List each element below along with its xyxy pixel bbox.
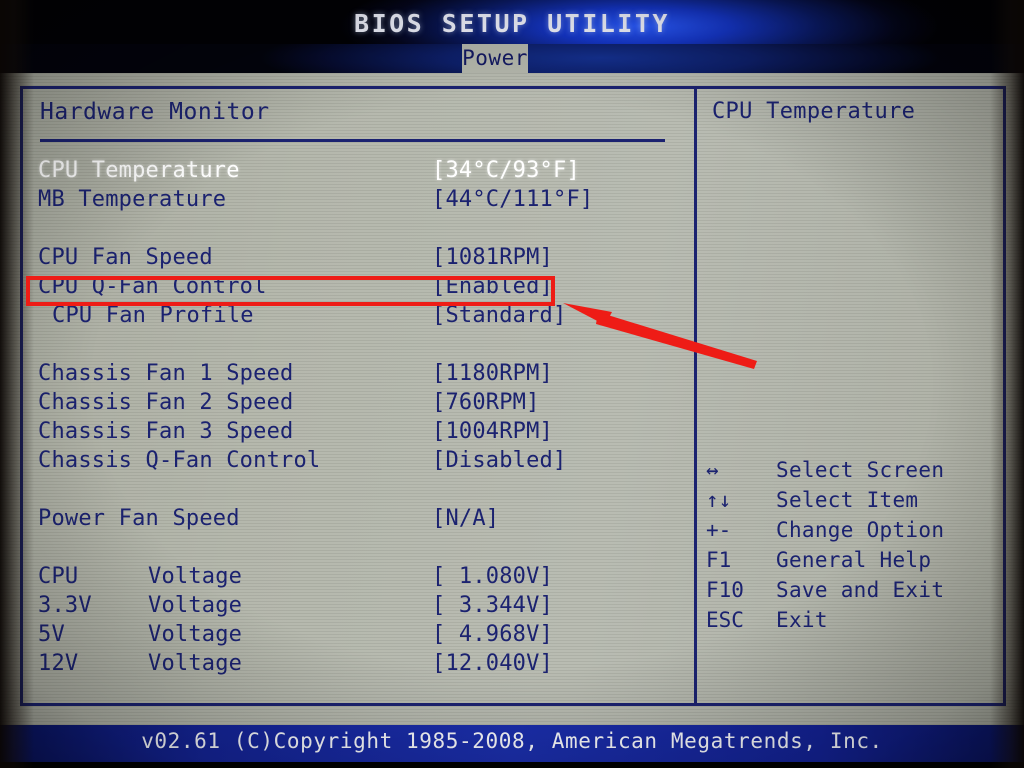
settings-row-value[interactable]: [Enabled] (432, 274, 553, 299)
bios-setup-screen: BIOS SETUP UTILITY Power Hardware Monito… (0, 0, 1024, 768)
section-title: Hardware Monitor (40, 99, 270, 125)
legend-entry: F1 General Help (0, 548, 1024, 578)
legend-key-icon: ↔ (706, 458, 719, 482)
settings-spacer (0, 332, 694, 361)
legend-key-icon: F10 (706, 578, 744, 602)
settings-row-label-secondary: Voltage (148, 651, 243, 676)
settings-row-value[interactable]: [Standard] (432, 303, 566, 328)
footer-copyright: v02.61 (C)Copyright 1985-2008, American … (141, 729, 883, 753)
settings-spacer (0, 216, 694, 245)
settings-row-value[interactable]: [34°C/93°F] (432, 158, 580, 183)
settings-row[interactable]: MB Temperature [44°C/111°F] (0, 187, 694, 216)
settings-row-value[interactable]: [1180RPM] (432, 361, 553, 386)
settings-row[interactable]: CPU Fan Profile [Standard] (0, 303, 694, 332)
settings-row-label: Chassis Fan 1 Speed (38, 361, 294, 386)
settings-row-label: CPU Fan Speed (38, 245, 213, 270)
settings-row-value[interactable]: [44°C/111°F] (432, 187, 593, 212)
legend-entry: F10 Save and Exit (0, 578, 1024, 608)
legend-entry: +- Change Option (0, 518, 1024, 548)
settings-row-value[interactable]: [1081RPM] (432, 245, 553, 270)
footer-shadow (0, 762, 1024, 768)
settings-row-label: Chassis Fan 2 Speed (38, 390, 294, 415)
footer-bar: v02.61 (C)Copyright 1985-2008, American … (0, 725, 1024, 762)
legend-entry: ↑↓ Select Item (0, 488, 1024, 518)
key-legend: ↔ Select Screen ↑↓ Select Item +- Change Opti… (0, 458, 1024, 638)
page-title: BIOS SETUP UTILITY (354, 9, 670, 38)
settings-row[interactable]: CPU Q-Fan Control [Enabled] (0, 274, 694, 303)
legend-description: General Help (776, 548, 932, 572)
legend-entry: ↔ Select Screen (0, 458, 1024, 488)
tab-power[interactable]: Power (462, 44, 528, 73)
settings-row[interactable]: CPU Fan Speed [1081RPM] (0, 245, 694, 274)
settings-row-label: CPU Temperature (38, 158, 240, 183)
legend-key-icon: ESC (706, 608, 744, 632)
settings-row-value[interactable]: [12.040V] (432, 651, 553, 676)
legend-description: Save and Exit (776, 578, 945, 602)
settings-row-label: MB Temperature (38, 187, 227, 212)
settings-row-value[interactable]: [760RPM] (432, 390, 540, 415)
legend-description: Exit (776, 608, 828, 632)
settings-row-value[interactable]: [1004RPM] (432, 419, 553, 444)
settings-row[interactable]: Chassis Fan 2 Speed [760RPM] (0, 390, 694, 419)
legend-key-icon: +- (706, 518, 732, 542)
settings-row-label: Chassis Fan 3 Speed (38, 419, 294, 444)
settings-row-label: CPU Q-Fan Control (38, 274, 267, 299)
settings-row[interactable]: CPU Temperature [34°C/93°F] (0, 158, 694, 187)
settings-row-label: CPU Fan Profile (52, 303, 254, 328)
legend-description: Select Screen (776, 458, 945, 482)
settings-row-label: 12V (38, 651, 79, 676)
settings-row[interactable]: Chassis Fan 3 Speed [1004RPM] (0, 419, 694, 448)
legend-key-icon: ↑↓ (706, 488, 732, 512)
title-bar: BIOS SETUP UTILITY (0, 0, 1024, 44)
legend-key-icon: F1 (706, 548, 732, 572)
legend-entry: ESC Exit (0, 608, 1024, 638)
legend-description: Change Option (776, 518, 945, 542)
section-rule (40, 139, 665, 142)
settings-row[interactable]: 12V Voltage [12.040V] (0, 651, 694, 680)
settings-row[interactable]: Chassis Fan 1 Speed [1180RPM] (0, 361, 694, 390)
help-panel-title: CPU Temperature (712, 99, 916, 124)
legend-description: Select Item (776, 488, 919, 512)
